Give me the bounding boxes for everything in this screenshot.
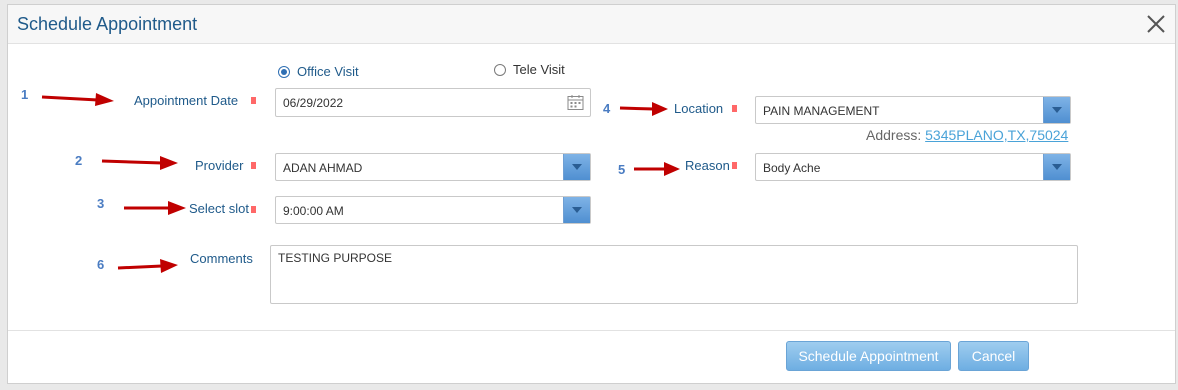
step-number-5: 5 bbox=[618, 162, 626, 177]
arrow-icon bbox=[100, 155, 180, 171]
chevron-down-icon bbox=[1052, 164, 1062, 170]
arrow-icon bbox=[122, 200, 188, 216]
location-label: Location bbox=[674, 101, 724, 116]
comments-label: Comments bbox=[190, 251, 253, 266]
office-visit-radio[interactable]: Office Visit bbox=[278, 64, 359, 79]
required-marker bbox=[732, 162, 737, 169]
address-label: Address: bbox=[866, 127, 922, 143]
location-address: Address: 5345PLANO,TX,75024 bbox=[866, 127, 1068, 143]
arrow-icon bbox=[632, 161, 682, 177]
reason-label: Reason bbox=[685, 158, 730, 173]
required-marker bbox=[732, 105, 737, 112]
radio-unselected-icon bbox=[494, 63, 506, 76]
appointment-date-label: Appointment Date bbox=[134, 93, 239, 108]
cancel-button[interactable]: Cancel bbox=[958, 341, 1029, 371]
reason-value: Body Ache bbox=[763, 161, 821, 175]
provider-select[interactable]: ADAN AHMAD bbox=[275, 153, 591, 181]
location-dropdown-button[interactable] bbox=[1043, 97, 1070, 123]
chevron-down-icon bbox=[572, 207, 582, 213]
reason-dropdown-button[interactable] bbox=[1043, 154, 1070, 180]
comments-textarea[interactable]: TESTING PURPOSE bbox=[270, 245, 1078, 304]
required-marker bbox=[251, 97, 256, 104]
slot-dropdown-button[interactable] bbox=[563, 197, 590, 223]
provider-dropdown-button[interactable] bbox=[563, 154, 590, 180]
step-number-6: 6 bbox=[97, 257, 105, 272]
select-slot-select[interactable]: 9:00:00 AM bbox=[275, 196, 591, 224]
schedule-appointment-dialog: Schedule Appointment 1 Appointment Date … bbox=[7, 4, 1176, 384]
tele-visit-label: Tele Visit bbox=[513, 62, 565, 77]
arrow-icon bbox=[116, 259, 180, 275]
required-marker bbox=[251, 162, 256, 169]
reason-select[interactable]: Body Ache bbox=[755, 153, 1071, 181]
chevron-down-icon bbox=[572, 164, 582, 170]
calendar-icon[interactable] bbox=[567, 94, 584, 114]
location-value: PAIN MANAGEMENT bbox=[763, 104, 880, 118]
tele-visit-radio[interactable]: Tele Visit bbox=[494, 62, 565, 77]
appointment-date-input[interactable]: 06/29/2022 bbox=[275, 88, 591, 117]
provider-label: Provider bbox=[195, 158, 244, 173]
step-number-2: 2 bbox=[75, 153, 83, 168]
office-visit-label: Office Visit bbox=[297, 64, 359, 79]
footer-divider bbox=[8, 330, 1175, 331]
address-link[interactable]: 5345PLANO,TX,75024 bbox=[925, 127, 1068, 143]
required-marker bbox=[251, 206, 256, 213]
select-slot-value: 9:00:00 AM bbox=[283, 204, 344, 218]
step-number-4: 4 bbox=[603, 101, 611, 116]
chevron-down-icon bbox=[1052, 107, 1062, 113]
location-select[interactable]: PAIN MANAGEMENT bbox=[755, 96, 1071, 124]
dialog-titlebar: Schedule Appointment bbox=[8, 5, 1175, 44]
select-slot-label: Select slot bbox=[189, 201, 249, 216]
close-icon[interactable] bbox=[1145, 13, 1167, 35]
provider-value: ADAN AHMAD bbox=[283, 161, 363, 175]
arrow-icon bbox=[40, 91, 116, 107]
schedule-appointment-button[interactable]: Schedule Appointment bbox=[786, 341, 951, 371]
dialog-title: Schedule Appointment bbox=[17, 14, 198, 34]
arrow-icon bbox=[618, 101, 670, 117]
step-number-3: 3 bbox=[97, 196, 105, 211]
step-number-1: 1 bbox=[21, 87, 29, 102]
radio-selected-icon bbox=[278, 65, 290, 78]
appointment-date-value: 06/29/2022 bbox=[283, 96, 344, 110]
